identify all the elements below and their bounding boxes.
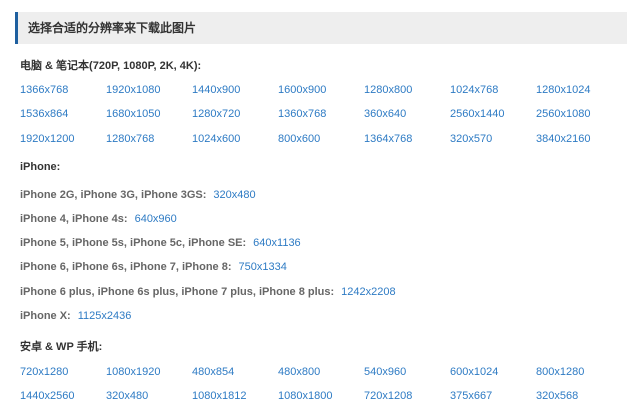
resolution-link[interactable]: 1080x1812 <box>192 390 246 402</box>
resolution-link[interactable]: 320x568 <box>536 390 578 402</box>
iphone-models-label: iPhone 5, iPhone 5s, iPhone 5c, iPhone S… <box>20 237 247 249</box>
iphone-section-title: iPhone: <box>20 161 61 173</box>
resolution-link[interactable]: 800x600 <box>278 133 320 145</box>
resolution-link[interactable]: 720x1208 <box>364 390 412 402</box>
resolution-link[interactable]: 480x800 <box>278 366 320 378</box>
resolution-link[interactable]: 320x480 <box>213 189 255 201</box>
iphone-row: iPhone 4, iPhone 4s: 640x960 <box>20 213 177 225</box>
resolution-link[interactable]: 1080x1920 <box>106 366 160 378</box>
iphone-row: iPhone 6 plus, iPhone 6s plus, iPhone 7 … <box>20 286 396 298</box>
android-section-title: 安卓 & WP 手机: <box>20 341 103 353</box>
desktop-section-title: 电脑 & 笔记本(720P, 1080P, 2K, 4K): <box>20 60 202 72</box>
resolution-link[interactable]: 3840x2160 <box>536 133 590 145</box>
resolution-link[interactable]: 600x1024 <box>450 366 498 378</box>
resolution-link[interactable]: 800x1280 <box>536 366 584 378</box>
resolution-link[interactable]: 1125x2436 <box>78 310 132 322</box>
page-title: 选择合适的分辨率来下载此图片 <box>15 12 627 44</box>
resolution-link[interactable]: 1080x1800 <box>278 390 332 402</box>
iphone-models-label: iPhone 4, iPhone 4s: <box>20 213 128 225</box>
resolution-link[interactable]: 2560x1440 <box>450 108 504 120</box>
resolution-link[interactable]: 1364x768 <box>364 133 412 145</box>
resolution-link[interactable]: 1920x1200 <box>20 133 74 145</box>
resolution-link[interactable]: 1536x864 <box>20 108 68 120</box>
resolution-link[interactable]: 1600x900 <box>278 84 326 96</box>
android-row-1: 720x1280 1080x1920 480x854 480x800 540x9… <box>20 366 630 380</box>
iphone-row: iPhone 5, iPhone 5s, iPhone 5c, iPhone S… <box>20 237 301 249</box>
desktop-row-2: 1536x864 1680x1050 1280x720 1360x768 360… <box>20 108 630 122</box>
resolution-link[interactable]: 640x960 <box>135 213 177 225</box>
resolution-link[interactable]: 320x570 <box>450 133 492 145</box>
iphone-models-label: iPhone X: <box>20 310 71 322</box>
resolution-link[interactable]: 1280x1024 <box>536 84 590 96</box>
resolution-link[interactable]: 1280x768 <box>106 133 154 145</box>
resolution-link[interactable]: 360x640 <box>364 108 406 120</box>
android-row-2: 1440x2560 320x480 1080x1812 1080x1800 72… <box>20 390 630 404</box>
resolution-link[interactable]: 480x854 <box>192 366 234 378</box>
resolution-link[interactable]: 1440x900 <box>192 84 240 96</box>
iphone-row: iPhone X: 1125x2436 <box>20 310 131 322</box>
resolution-link[interactable]: 1280x800 <box>364 84 412 96</box>
resolution-link[interactable]: 1280x720 <box>192 108 240 120</box>
resolution-link[interactable]: 1440x2560 <box>20 390 74 402</box>
resolution-link[interactable]: 540x960 <box>364 366 406 378</box>
desktop-row-3: 1920x1200 1280x768 1024x600 800x600 1364… <box>20 133 630 147</box>
resolution-link[interactable]: 1024x600 <box>192 133 240 145</box>
iphone-row: iPhone 2G, iPhone 3G, iPhone 3GS: 320x480 <box>20 189 256 201</box>
iphone-models-label: iPhone 6 plus, iPhone 6s plus, iPhone 7 … <box>20 286 335 298</box>
resolution-link[interactable]: 1680x1050 <box>106 108 160 120</box>
resolution-link[interactable]: 1366x768 <box>20 84 68 96</box>
resolution-link[interactable]: 640x1136 <box>253 237 301 249</box>
iphone-row: iPhone 6, iPhone 6s, iPhone 7, iPhone 8:… <box>20 261 287 273</box>
resolution-link[interactable]: 1360x768 <box>278 108 326 120</box>
desktop-row-1: 1366x768 1920x1080 1440x900 1600x900 128… <box>20 84 630 98</box>
iphone-models-label: iPhone 2G, iPhone 3G, iPhone 3GS: <box>20 189 207 201</box>
iphone-models-label: iPhone 6, iPhone 6s, iPhone 7, iPhone 8: <box>20 261 232 273</box>
resolution-link[interactable]: 1242x2208 <box>341 286 395 298</box>
resolution-link[interactable]: 720x1280 <box>20 366 68 378</box>
resolution-link[interactable]: 375x667 <box>450 390 492 402</box>
resolution-link[interactable]: 2560x1080 <box>536 108 590 120</box>
resolution-link[interactable]: 1920x1080 <box>106 84 160 96</box>
resolution-link[interactable]: 750x1334 <box>239 261 287 273</box>
resolution-link[interactable]: 1024x768 <box>450 84 498 96</box>
resolution-link[interactable]: 320x480 <box>106 390 148 402</box>
